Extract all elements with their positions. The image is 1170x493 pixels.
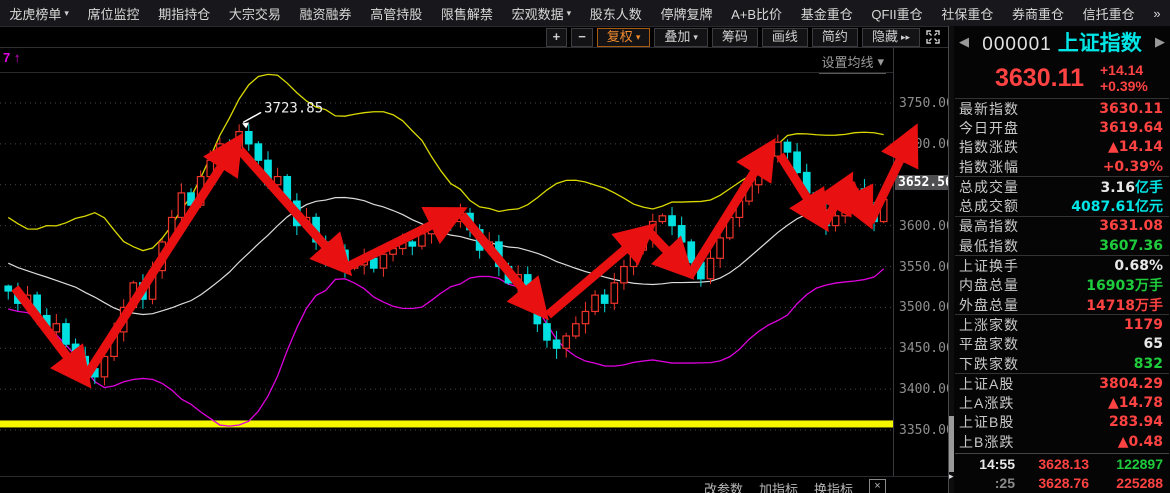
quote-row: 今日开盘3619.64 xyxy=(955,118,1169,137)
chevron-down-icon: ▾ xyxy=(567,8,572,19)
menu-item-13[interactable]: 社保重仓 xyxy=(941,4,993,23)
quote-row: 总成交量3.16亿手 xyxy=(955,177,1169,196)
y-axis-border xyxy=(893,48,894,477)
menu-item-12[interactable]: QFII重仓 xyxy=(871,4,922,23)
sidebar-scrollbar[interactable]: ▸ xyxy=(949,26,954,493)
chips-button[interactable]: 筹码 xyxy=(712,28,758,47)
fullscreen-icon xyxy=(926,30,940,44)
top-menu-bar: 龙虎榜单 ▾ 席位监控期指持仓大宗交易融资融券高管持股限售解禁宏观数据 ▾ 股东人数… xyxy=(0,0,1170,27)
change-percent: +0.39% xyxy=(1100,78,1148,94)
next-stock-button[interactable]: ▶ xyxy=(1155,34,1165,50)
simple-mode-button[interactable]: 简约 xyxy=(812,28,858,47)
menu-item-10[interactable]: A+B比价 xyxy=(731,4,782,23)
tick-row: :253628.76225288 xyxy=(955,473,1169,492)
candlestick-chart-canvas: 3723.85 xyxy=(0,48,948,493)
quote-row: 最低指数3607.36 xyxy=(955,236,1169,255)
menu-item-1[interactable]: 席位监控 xyxy=(88,4,140,23)
menu-item-14[interactable]: 券商重仓 xyxy=(1012,4,1064,23)
draw-line-button[interactable]: 画线 xyxy=(762,28,808,47)
quote-row: 上A涨跌▲14.78 xyxy=(955,393,1169,412)
menu-item-8[interactable]: 股东人数 xyxy=(590,4,642,23)
stock-title: 000001 上证指数 xyxy=(982,27,1141,57)
menu-item-6[interactable]: 限售解禁 xyxy=(441,4,493,23)
prev-stock-button[interactable]: ◀ xyxy=(959,34,969,50)
trading-app-window: 龙虎榜单 ▾ 席位监控期指持仓大宗交易融资融券高管持股限售解禁宏观数据 ▾ 股东人数… xyxy=(0,0,1170,493)
menu-item-4[interactable]: 融资融券 xyxy=(300,4,352,23)
y-axis-tick: 3600.00 xyxy=(899,219,954,234)
quote-row: 上证换手0.68% xyxy=(955,256,1169,275)
quote-row: 内盘总量16903万手 xyxy=(955,276,1169,295)
quote-row: 上涨家数1179 xyxy=(955,315,1169,334)
quote-detail-list: 最新指数3630.11今日开盘3619.64指数涨跌▲14.14指数涨幅+0.3… xyxy=(955,98,1169,451)
zoom-out-button[interactable]: − xyxy=(571,28,593,47)
stock-code: 000001 xyxy=(982,34,1051,55)
menu-item-3[interactable]: 大宗交易 xyxy=(229,4,281,23)
price-summary: 3630.11 +14.14 +0.39% xyxy=(955,58,1169,98)
quote-row: 指数涨幅+0.39% xyxy=(955,157,1169,176)
menu-item-16[interactable]: » xyxy=(1153,6,1160,21)
y-axis-tick: 3400.00 xyxy=(899,382,954,397)
menu-item-15[interactable]: 信托重仓 xyxy=(1083,4,1135,23)
menu-item-2[interactable]: 期指持仓 xyxy=(158,4,210,23)
quote-row: 下跌家数832 xyxy=(955,354,1169,373)
chart-toolbar: +−复权 ▾叠加 ▾筹码画线简约隐藏 ▸▸ xyxy=(0,27,948,48)
chart-bottom-actions: 改参数 加指标 换指标 × xyxy=(0,479,886,493)
quote-row: 平盘家数65 xyxy=(955,335,1169,354)
chevron-down-icon: ▾ xyxy=(877,54,884,70)
quote-row: 最新指数3630.11 xyxy=(955,99,1169,118)
quote-row: 指数涨跌▲14.14 xyxy=(955,138,1169,157)
menu-item-7[interactable]: 宏观数据 ▾ xyxy=(512,4,572,23)
close-indicator-icon[interactable]: × xyxy=(869,479,886,493)
quote-row: 上证B股283.94 xyxy=(955,413,1169,432)
fullscreen-button[interactable] xyxy=(924,29,942,46)
chart-action-2[interactable]: 换指标 xyxy=(814,479,853,493)
quote-row: 外盘总量14718万手 xyxy=(955,295,1169,314)
y-axis-tick: 3550.00 xyxy=(899,260,954,275)
scrollbar-thumb[interactable] xyxy=(949,416,954,472)
quote-sidebar: ▸ ◀ 000001 上证指数 ▶ 3630.11 +14.14 +0.39% 最… xyxy=(948,26,1170,493)
hide-button[interactable]: 隐藏 ▸▸ xyxy=(862,28,920,47)
menu-item-11[interactable]: 基金重仓 xyxy=(801,4,853,23)
change-value: +14.14 xyxy=(1100,62,1148,78)
overlay-button[interactable]: 叠加 ▾ xyxy=(654,28,708,47)
last-price: 3630.11 xyxy=(995,64,1084,93)
chevron-down-icon: ▾ xyxy=(636,29,641,45)
y-axis-tick: 3750.00 xyxy=(899,96,954,111)
adjust-price-button[interactable]: 复权 ▾ xyxy=(597,28,651,47)
menu-item-0[interactable]: 龙虎榜单 ▾ xyxy=(9,4,69,23)
y-axis-tick: 3500.00 xyxy=(899,300,954,315)
menu-item-9[interactable]: 停牌复牌 xyxy=(660,4,712,23)
chevron-right-icon: ▸▸ xyxy=(901,29,910,45)
quote-row: 上B涨跌▲0.48 xyxy=(955,432,1169,451)
chevron-down-icon: ▾ xyxy=(64,8,69,19)
candlestick-chart-area[interactable]: 3723.85 7 ↑ 设置均线 ▾ 3750.003700.003650.00… xyxy=(0,48,948,493)
quote-header: ◀ 000001 上证指数 ▶ xyxy=(955,28,1169,56)
chart-bottom-divider xyxy=(0,476,948,477)
stock-name: 上证指数 xyxy=(1058,32,1142,55)
quote-row: 最高指数3631.08 xyxy=(955,217,1169,236)
price-change: +14.14 +0.39% xyxy=(1100,62,1148,94)
tick-row: 14:553628.13122897 xyxy=(955,454,1169,473)
chart-action-0[interactable]: 改参数 xyxy=(704,479,743,493)
chart-top-divider xyxy=(0,72,893,73)
tick-list: 14:553628.13122897:253628.76225288 xyxy=(955,453,1169,492)
y-axis-tick: 3350.00 xyxy=(899,423,954,438)
chart-action-1[interactable]: 加指标 xyxy=(759,479,798,493)
y-axis-tick: 3450.00 xyxy=(899,341,954,356)
y-axis-tick: 3700.00 xyxy=(899,137,954,152)
current-price-badge: 3652.56 xyxy=(895,175,956,190)
ma-settings-button[interactable]: 设置均线 ▾ xyxy=(819,52,886,74)
quote-row: 总成交额4087.61亿元 xyxy=(955,196,1169,215)
svg-text:3723.85: 3723.85 xyxy=(264,100,323,116)
indicator-note: 7 ↑ xyxy=(3,50,20,65)
menu-item-5[interactable]: 高管持股 xyxy=(370,4,422,23)
chevron-down-icon: ▾ xyxy=(693,29,698,45)
ma-settings-label: 设置均线 xyxy=(821,52,873,71)
zoom-in-button[interactable]: + xyxy=(546,28,568,47)
quote-row: 上证A股3804.29 xyxy=(955,374,1169,393)
